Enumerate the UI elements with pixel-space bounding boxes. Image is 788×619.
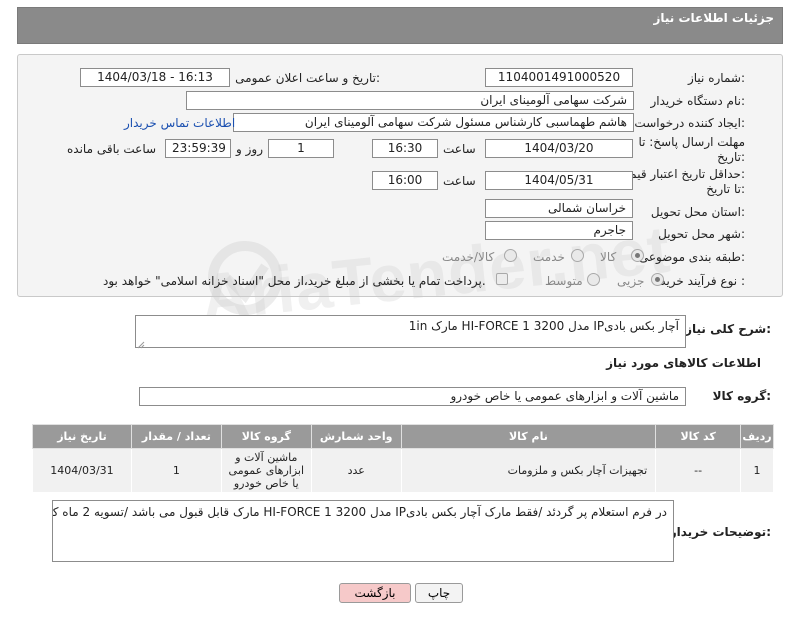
col-row-number: ردیف <box>740 424 774 449</box>
process-option-medium: متوسط <box>545 274 583 288</box>
col-goods-code: کد کالا <box>655 424 742 449</box>
buyer-notes-label: توضیحات خریدار: <box>669 525 771 539</box>
remaining-time-label: ساعت باقی مانده <box>67 142 157 156</box>
goods-section-title: اطلاعات کالاهای مورد نیاز <box>606 356 761 370</box>
price-validity-time-label: ساعت <box>443 174 476 188</box>
buyer-org-label: نام دستگاه خریدار: <box>650 94 746 108</box>
price-validity-label: حداقل تاریخ اعتبار قیمت: <box>618 167 745 181</box>
print-button[interactable]: چاپ <box>415 583 463 603</box>
reply-deadline-time-label: ساعت <box>443 142 476 156</box>
treasury-checkbox[interactable] <box>496 273 508 285</box>
process-option-minor: جزیی <box>617 274 645 288</box>
col-goods-name: نام کالا <box>400 424 657 449</box>
remaining-time-field: 23:59:39 <box>165 139 231 158</box>
buyer-notes-textarea[interactable]: در فرم استعلام پر گردئد /فقط مارک آچار ب… <box>52 500 674 562</box>
category-option-service: خدمت <box>533 250 565 264</box>
process-type-label: نوع فرآیند خرید : <box>660 274 745 288</box>
price-validity-date-field: 1404/05/31 <box>485 171 633 190</box>
cell-goods-group: ماشین آلات و ابزارهای عمومی یا خاص خودرو <box>220 448 312 493</box>
reply-days-label: روز و <box>236 142 263 156</box>
table-row: 1 -- تجهیزات آچار بکس و ملزومات عدد ماشی… <box>32 448 774 493</box>
goods-group-field: ماشین آلات و ابزارهای عمومی یا خاص خودرو <box>139 387 686 406</box>
buyer-org-field: شرکت سهامی آلومینای ایران <box>186 91 634 110</box>
category-radio-goods[interactable] <box>631 249 644 262</box>
cell-quantity: 1 <box>130 448 222 493</box>
process-radio-minor[interactable] <box>651 273 664 286</box>
price-validity-label-date: تا تاریخ: <box>706 182 745 196</box>
process-radio-medium[interactable] <box>587 273 600 286</box>
cell-goods-code: -- <box>655 448 742 493</box>
category-label: طبقه بندی موضوعی: <box>638 250 745 264</box>
goods-group-label: گروه کالا: <box>712 389 771 403</box>
reply-deadline-label: مهلت ارسال پاسخ: تا <box>638 135 745 149</box>
col-unit: واحد شمارش <box>310 424 402 449</box>
back-button[interactable]: بازگشت <box>339 583 411 603</box>
description-label: شرح کلی نیاز: <box>685 322 771 336</box>
category-option-goods-service: کالا/خدمت <box>442 250 495 264</box>
buyer-contact-link[interactable]: اطلاعات تماس خریدار <box>124 116 235 130</box>
col-need-date: تاریخ نیاز <box>32 424 132 449</box>
need-number-field: 1104001491000520 <box>485 68 633 87</box>
price-validity-time-field: 16:00 <box>372 171 438 190</box>
description-textarea[interactable]: آچار بکس بادیIP مدل HI-FORCE 1 3200 مارک… <box>135 315 686 348</box>
category-radio-service[interactable] <box>571 249 584 262</box>
delivery-city-label: شهر محل تحویل: <box>658 227 745 241</box>
items-table: ردیف کد کالا نام کالا واحد شمارش گروه کا… <box>32 424 774 493</box>
category-radio-goods-service[interactable] <box>504 249 517 262</box>
reply-days-field: 1 <box>268 139 334 158</box>
cell-unit: عدد <box>310 448 402 493</box>
page-title: جزئیات اطلاعات نیاز <box>653 11 774 25</box>
requester-label: ایجاد کننده درخواست: <box>634 116 745 130</box>
delivery-province-label: استان محل تحویل: <box>650 205 745 219</box>
resize-grip-icon <box>137 338 145 349</box>
delivery-province-field: خراسان شمالی <box>485 199 633 218</box>
category-option-goods: کالا <box>600 250 617 264</box>
announce-datetime-label: تاریخ و ساعت اعلان عمومی: <box>235 71 380 85</box>
reply-deadline-label-date: تاریخ: <box>717 150 745 164</box>
cell-goods-name: تجهیزات آچار بکس و ملزومات <box>400 448 657 493</box>
cell-row-number: 1 <box>740 448 774 493</box>
col-goods-group: گروه کالا <box>220 424 312 449</box>
reply-deadline-date-field: 1404/03/20 <box>485 139 633 158</box>
col-quantity: تعداد / مقدار <box>130 424 222 449</box>
table-header-row: ردیف کد کالا نام کالا واحد شمارش گروه کا… <box>32 424 774 449</box>
delivery-city-field: جاجرم <box>485 221 633 240</box>
treasury-note: پرداخت تمام یا بخشی از مبلغ خرید،از محل … <box>103 274 486 288</box>
announce-datetime-field: 1404/03/18 - 16:13 <box>80 68 230 87</box>
requester-field: هاشم طهماسبی کارشناس مسئول شرکت سهامی آل… <box>233 113 634 132</box>
cell-need-date: 1404/03/31 <box>32 448 132 493</box>
need-number-label: شماره نیاز: <box>687 71 745 85</box>
reply-deadline-time-field: 16:30 <box>372 139 438 158</box>
